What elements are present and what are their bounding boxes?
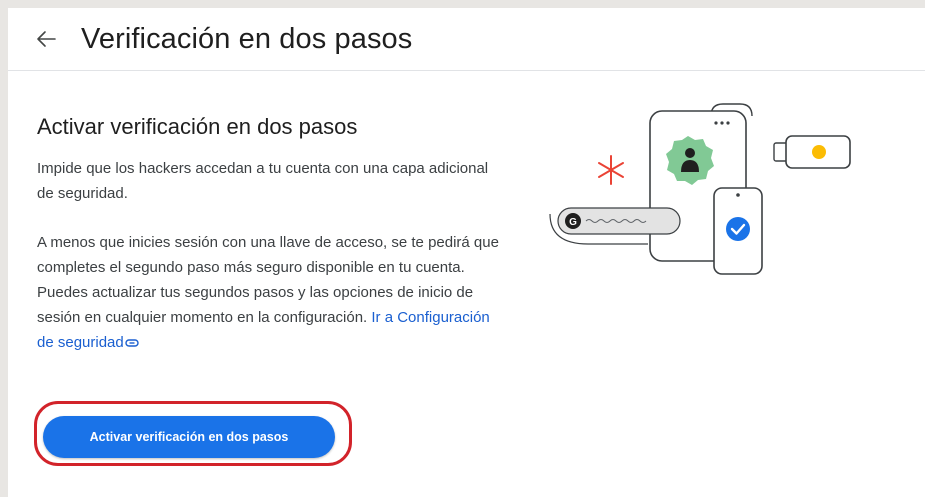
link-icon (125, 331, 139, 356)
section-title: Activar verificación en dos pasos (37, 114, 358, 139)
back-arrow-icon[interactable] (35, 29, 57, 49)
page-header: Verificación en dos pasos (8, 8, 925, 71)
svg-text:G: G (569, 217, 577, 228)
activate-two-step-button[interactable]: Activar verificación en dos pasos (43, 416, 335, 458)
description-text: A menos que inicies sesión con una llave… (37, 230, 507, 356)
page-title: Verificación en dos pasos (81, 23, 413, 55)
page: Verificación en dos pasos Activar verifi… (8, 8, 925, 497)
two-step-verification-illustration: G (528, 96, 858, 276)
intro-text: Impide que los hackers accedan a tu cuen… (37, 160, 489, 202)
